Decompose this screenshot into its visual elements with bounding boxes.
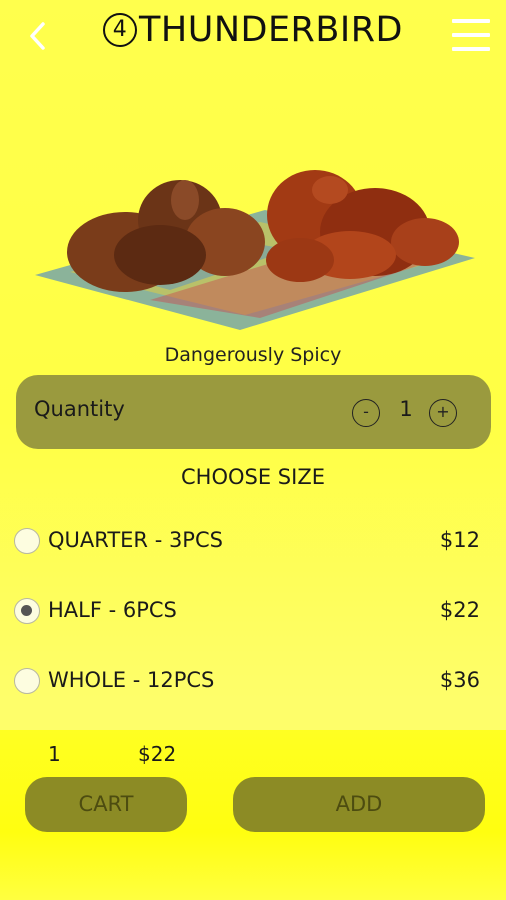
hamburger-menu-icon [452, 47, 490, 51]
choose-size-heading: CHOOSE SIZE [181, 465, 325, 489]
size-option-price: $36 [439, 668, 480, 692]
fried-chicken-image [35, 170, 475, 330]
decrease-quantity-button[interactable]: - [352, 399, 380, 427]
quantity-panel: Quantity - 1 + [16, 375, 491, 449]
menu-button[interactable] [452, 16, 490, 54]
page-title: 4 THUNDERBIRD [0, 10, 506, 50]
footer-total-price: $22 [138, 742, 177, 766]
size-option-whole[interactable]: WHOLE - 12PCS $36 [0, 660, 506, 704]
footer-quantity: 1 [48, 742, 61, 766]
cart-button[interactable]: CART [25, 777, 187, 832]
title-text: THUNDERBIRD [139, 10, 403, 50]
size-option-label: HALF - 6PCS [48, 598, 177, 622]
size-option-label: QUARTER - 3PCS [48, 528, 223, 552]
radio-button[interactable] [14, 528, 40, 554]
radio-button[interactable] [14, 668, 40, 694]
size-option-label: WHOLE - 12PCS [48, 668, 215, 692]
hamburger-menu-icon [452, 33, 490, 37]
add-button[interactable]: ADD [233, 777, 485, 832]
quantity-label: Quantity [34, 397, 125, 421]
item-name: Dangerously Spicy [164, 344, 342, 366]
hamburger-menu-icon [452, 19, 490, 23]
radio-button-selected[interactable] [14, 598, 40, 624]
size-option-quarter[interactable]: QUARTER - 3PCS $12 [0, 520, 506, 564]
size-option-price: $22 [439, 598, 480, 622]
title-number-badge: 4 [103, 13, 137, 47]
size-option-half[interactable]: HALF - 6PCS $22 [0, 590, 506, 634]
quantity-value: 1 [399, 397, 413, 421]
order-footer: 1 $22 CART ADD [0, 730, 506, 900]
size-option-price: $12 [439, 528, 480, 552]
increase-quantity-button[interactable]: + [429, 399, 457, 427]
app-header: 4 THUNDERBIRD [0, 0, 506, 72]
